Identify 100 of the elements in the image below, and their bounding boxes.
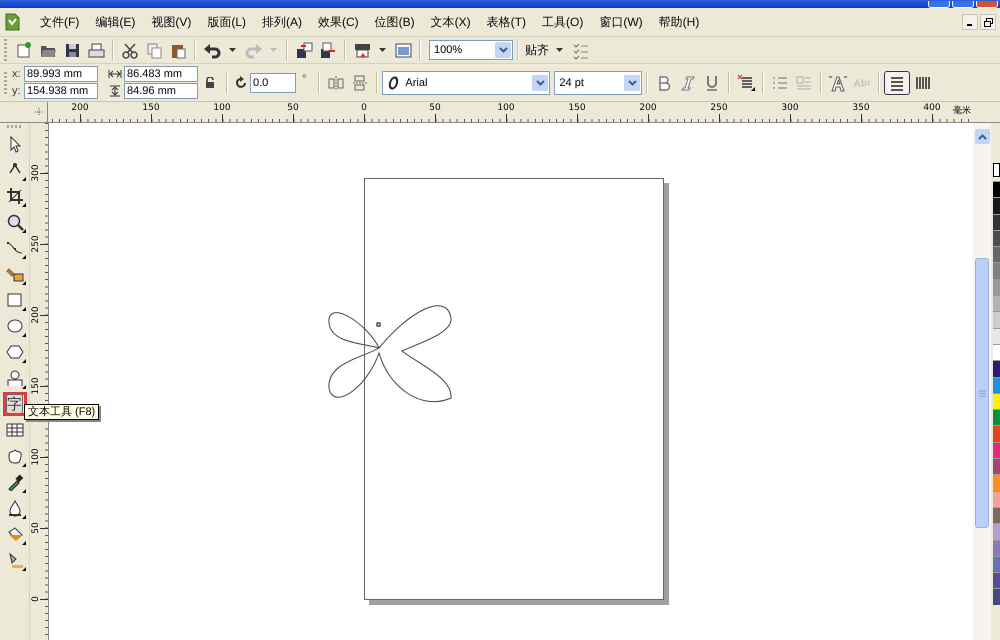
color-swatch[interactable] bbox=[993, 311, 1000, 328]
scrollbar-thumb[interactable] bbox=[975, 258, 989, 528]
no-color-swatch[interactable] bbox=[993, 163, 1000, 177]
dropdown-button[interactable] bbox=[495, 42, 511, 58]
ruler-label: 200 bbox=[71, 103, 89, 113]
menu-item[interactable]: 版面(L) bbox=[199, 14, 254, 30]
ruler-label: 250 bbox=[710, 103, 728, 113]
color-swatch[interactable] bbox=[993, 523, 1000, 540]
width-field[interactable]: 86.483 mm bbox=[124, 66, 198, 82]
chevron-down-icon bbox=[628, 80, 637, 86]
ruler-label: 50 bbox=[429, 103, 441, 113]
color-swatch[interactable] bbox=[993, 442, 1000, 458]
color-swatch[interactable] bbox=[993, 425, 1000, 442]
close-window-button[interactable] bbox=[976, 1, 998, 8]
color-swatch[interactable] bbox=[993, 392, 1000, 410]
ruler-label: 150 bbox=[142, 103, 160, 113]
color-swatch[interactable] bbox=[993, 295, 1000, 312]
blend-icon bbox=[6, 447, 24, 465]
menu-item[interactable]: 文本(X) bbox=[422, 14, 479, 30]
color-swatch[interactable] bbox=[993, 262, 1000, 279]
crop-icon bbox=[6, 187, 24, 205]
chevron-down-icon bbox=[498, 47, 508, 53]
horizontal-text-icon[interactable] bbox=[884, 70, 910, 94]
ruler-label: 150 bbox=[31, 377, 41, 395]
dropdown-button[interactable] bbox=[624, 74, 640, 90]
menu-item[interactable]: 表格(T) bbox=[478, 14, 534, 30]
ruler-label: 100 bbox=[31, 448, 41, 466]
font-size-field[interactable]: 24 pt bbox=[554, 70, 642, 94]
menu-item[interactable]: 帮助(H) bbox=[650, 14, 708, 30]
menu-item[interactable]: 编辑(E) bbox=[87, 14, 144, 30]
color-swatch[interactable] bbox=[993, 214, 1000, 230]
color-swatch[interactable] bbox=[993, 360, 1000, 377]
menu-item[interactable]: 效果(C) bbox=[310, 14, 367, 30]
height-field[interactable]: 84.96 mm bbox=[124, 83, 198, 99]
snap-to-button[interactable]: 贴齐 bbox=[523, 42, 551, 58]
eyedropper-icon bbox=[6, 473, 24, 491]
color-swatch[interactable] bbox=[993, 246, 1000, 262]
color-swatch[interactable] bbox=[993, 588, 1000, 605]
ruler-label: 0 bbox=[361, 103, 367, 113]
y-label: y: bbox=[12, 85, 22, 97]
x-label: x: bbox=[12, 68, 22, 80]
caret-icon[interactable] bbox=[229, 48, 236, 52]
scroll-up-button[interactable] bbox=[974, 129, 990, 144]
smartfill-icon bbox=[6, 265, 24, 283]
menu-item[interactable]: 视图(V) bbox=[143, 14, 200, 30]
color-swatch[interactable] bbox=[993, 490, 1000, 507]
basicshape-icon bbox=[6, 369, 24, 387]
tooltip: 文本工具 (F8) bbox=[24, 404, 100, 420]
menu-item[interactable]: 文件(F) bbox=[32, 14, 88, 30]
zoom-level-field[interactable]: 100% bbox=[429, 40, 513, 60]
menu-item[interactable]: 窗口(W) bbox=[591, 14, 651, 30]
ruler-label: 200 bbox=[31, 306, 41, 324]
color-swatch[interactable] bbox=[993, 458, 1000, 474]
restore-icon bbox=[984, 18, 992, 26]
ruler-label: 100 bbox=[497, 103, 515, 113]
color-swatch[interactable] bbox=[993, 474, 1000, 491]
caret-icon[interactable] bbox=[556, 48, 563, 52]
color-swatch[interactable] bbox=[993, 572, 1000, 588]
color-swatch[interactable] bbox=[993, 506, 1000, 524]
color-swatch[interactable] bbox=[993, 344, 1000, 360]
color-swatch[interactable] bbox=[993, 197, 1000, 214]
color-swatch[interactable] bbox=[993, 376, 1000, 393]
fill-icon bbox=[6, 525, 24, 543]
y-position-field[interactable]: 154.938 mm bbox=[24, 83, 98, 99]
color-swatch[interactable] bbox=[993, 540, 1000, 556]
maximize-window-button[interactable] bbox=[952, 1, 974, 8]
ruler-label: 300 bbox=[31, 164, 41, 182]
color-swatch[interactable] bbox=[993, 278, 1000, 296]
color-swatch[interactable] bbox=[993, 181, 1000, 198]
minimize-document-button[interactable] bbox=[962, 14, 978, 30]
ruler-label: 250 bbox=[31, 235, 41, 253]
ruler-unit: 毫米 bbox=[953, 104, 971, 117]
ruler-label: 50 bbox=[31, 521, 41, 536]
dropdown-button[interactable] bbox=[532, 74, 548, 90]
text-tool-button[interactable]: 字 bbox=[2, 392, 26, 416]
grip-icon bbox=[978, 390, 986, 396]
ruler-label: 0 bbox=[31, 595, 41, 604]
menu-item[interactable]: 位图(B) bbox=[366, 14, 423, 30]
menu-item[interactable]: 工具(O) bbox=[534, 14, 592, 30]
rotate-icon bbox=[234, 76, 248, 90]
minimize-window-button[interactable] bbox=[928, 1, 950, 8]
color-swatch[interactable] bbox=[993, 328, 1000, 344]
color-swatch[interactable] bbox=[993, 556, 1000, 572]
menu-item[interactable]: 排列(A) bbox=[254, 14, 310, 30]
degree-sign: ° bbox=[302, 72, 306, 84]
color-swatch[interactable] bbox=[993, 230, 1000, 246]
ruler-label: 50 bbox=[287, 103, 299, 113]
x-position-field[interactable]: 89.993 mm bbox=[24, 66, 98, 82]
ruler-label: 100 bbox=[213, 103, 231, 113]
polygon-icon bbox=[6, 343, 24, 361]
font-family-field[interactable]: Arial bbox=[382, 70, 550, 94]
restore-document-button[interactable] bbox=[980, 14, 996, 30]
caret-icon[interactable] bbox=[379, 48, 386, 52]
document-icon bbox=[4, 13, 20, 31]
color-swatch[interactable] bbox=[993, 409, 1000, 426]
ruler-origin-icon[interactable] bbox=[34, 107, 44, 117]
table-icon bbox=[6, 421, 24, 439]
rotation-angle-field[interactable]: 0.0 bbox=[250, 72, 296, 92]
rectangle-icon bbox=[6, 291, 24, 309]
ellipse-icon bbox=[6, 317, 24, 335]
